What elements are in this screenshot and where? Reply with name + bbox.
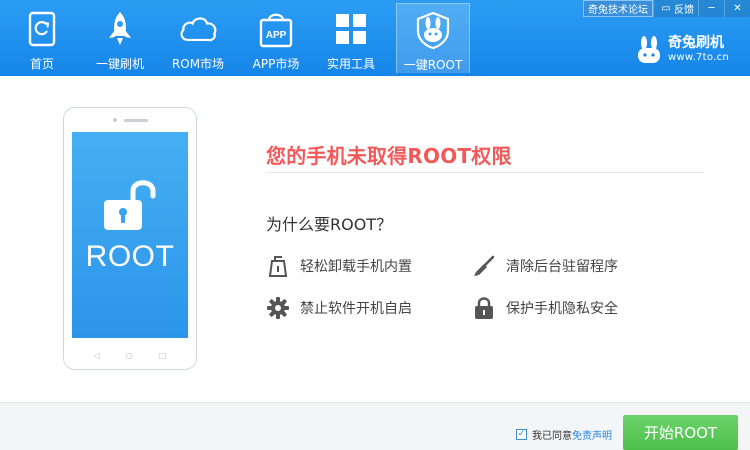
close-button[interactable]: ✕ <box>724 0 750 17</box>
why-root-title: 为什么要ROOT？ <box>266 215 393 234</box>
header-bar: 首页 一键刷机 ROM市场 APP APP市场 实用工具 一键ROOT 奇兔技术… <box>0 0 750 76</box>
window-controls: 奇兔技术论坛 ▭ 反馈 ─ ✕ <box>583 0 750 18</box>
phone-screen: ROOT <box>72 132 188 338</box>
nav-label: APP市场 <box>252 57 300 71</box>
nav-item-home[interactable]: 首页 <box>17 3 67 73</box>
feature-label: 清除后台驻留程序 <box>506 259 618 275</box>
feedback-button[interactable]: ▭ 反馈 <box>653 0 698 17</box>
feature-label: 轻松卸载手机内置 <box>300 259 412 275</box>
nav-item-tools[interactable]: 实用工具 <box>319 3 383 73</box>
app-bag-icon: APP <box>256 9 296 49</box>
home-icon: ○ <box>125 351 133 360</box>
lock-icon <box>472 296 496 320</box>
recent-icon: □ <box>158 351 167 360</box>
disclaimer-link[interactable]: 免责声明 <box>572 427 612 442</box>
nav-item-rom-market[interactable]: ROM市场 <box>166 3 230 73</box>
disclaimer-agreement: ✓ 我已同意 免责声明 <box>516 427 612 442</box>
phone-root-text: ROOT <box>85 240 175 273</box>
nav-label: 一键ROOT <box>403 58 463 72</box>
feature-block-autostart: 禁止软件开机自启 <box>266 296 412 320</box>
uninstall-icon <box>266 254 290 278</box>
rabbit-icon <box>413 10 453 50</box>
feature-privacy: 保护手机隐私安全 <box>472 296 618 320</box>
minimize-button[interactable]: ─ <box>698 0 724 17</box>
chat-icon: ▭ <box>661 3 671 14</box>
nav-item-app-market[interactable]: APP APP市场 <box>244 3 308 73</box>
cloud-icon <box>178 9 218 49</box>
agree-text: 我已同意 <box>532 431 572 442</box>
broom-icon <box>472 254 496 278</box>
nav-label: 首页 <box>29 57 54 71</box>
feature-clean-background: 清除后台驻留程序 <box>472 254 618 278</box>
feature-label: 保护手机隐私安全 <box>506 301 618 317</box>
phone-earpiece <box>64 118 196 122</box>
back-icon: ◁ <box>93 351 100 360</box>
feedback-label: 反馈 <box>674 5 694 16</box>
feature-uninstall: 轻松卸载手机内置 <box>266 254 412 278</box>
unlock-icon <box>104 180 156 230</box>
gear-icon <box>266 296 290 320</box>
nav-label: ROM市场 <box>171 57 225 71</box>
phone-illustration: ROOT ◁ ○ □ <box>63 107 197 370</box>
start-root-button[interactable]: 开始ROOT <box>623 415 738 450</box>
nav-item-root[interactable]: 一键ROOT <box>396 3 470 73</box>
rabbit-logo-icon <box>638 36 660 63</box>
forum-link[interactable]: 奇兔技术论坛 <box>583 0 653 17</box>
agree-checkbox[interactable]: ✓ <box>516 429 527 440</box>
forum-link-label: 奇兔技术论坛 <box>588 5 648 16</box>
nav-item-flash[interactable]: 一键刷机 <box>88 3 152 73</box>
nav-label: 一键刷机 <box>95 57 144 71</box>
root-warning-title: 您的手机未取得ROOT权限 <box>266 144 512 168</box>
svg-text:APP: APP <box>266 30 287 41</box>
minimize-icon: ─ <box>708 3 715 14</box>
brand-name: 奇兔刷机 <box>668 35 724 51</box>
close-icon: ✕ <box>733 3 742 14</box>
brand-url: www.7to.cn <box>668 52 730 63</box>
divider <box>266 172 704 173</box>
phone-nav-buttons: ◁ ○ □ <box>64 351 196 360</box>
nav-label: 实用工具 <box>326 57 375 71</box>
rocket-icon <box>100 9 140 49</box>
brand-logo: 奇兔刷机 www.7to.cn <box>636 36 729 64</box>
home-phone-icon <box>22 9 62 49</box>
feature-label: 禁止软件开机自启 <box>300 301 412 317</box>
grid-icon <box>331 9 371 49</box>
